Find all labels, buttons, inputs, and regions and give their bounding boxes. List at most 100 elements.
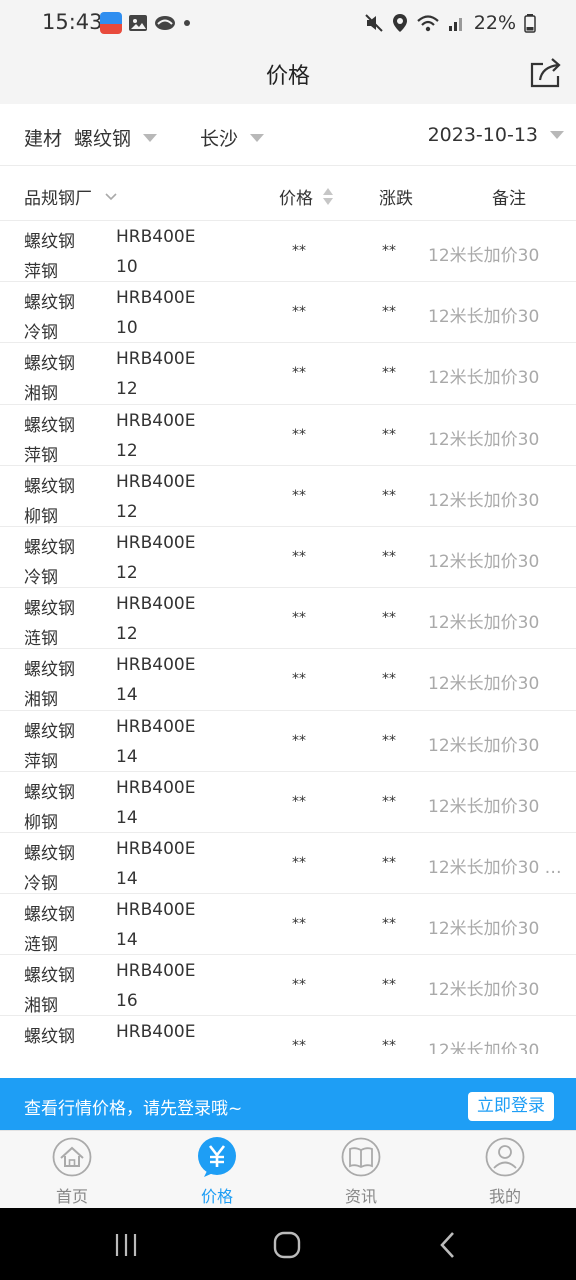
- spec-size: 16: [116, 991, 138, 1012]
- yen-icon: [198, 1137, 236, 1177]
- spec-grade: HRB400E: [116, 227, 196, 247]
- home-button-icon[interactable]: [271, 1230, 303, 1260]
- change-column-header: 涨跌: [379, 184, 413, 209]
- note-text: 12米长加价30: [428, 980, 540, 1001]
- spec-grade: HRB400E: [116, 961, 196, 982]
- product-name: 螺纹钢: [24, 232, 75, 252]
- product-name: 螺纹钢: [24, 782, 75, 803]
- price-value: **: [292, 426, 306, 443]
- table-row[interactable]: 螺纹钢 涟钢 HRB400E 14 ** ** 12米长加价30: [0, 894, 576, 956]
- spec-grade: HRB400E: [116, 1022, 196, 1043]
- table-row[interactable]: 螺纹钢 冷钢 HRB400E 12 ** ** 12米长加价30: [0, 527, 576, 589]
- login-button[interactable]: 立即登录: [468, 1092, 554, 1121]
- mill-name: 冷钢: [24, 873, 58, 894]
- note-text: 12米长加价30: [428, 368, 540, 389]
- note-text: 12米长加价30: [428, 551, 540, 572]
- spec-size: 10: [116, 257, 138, 277]
- price-header-label: 价格: [279, 189, 313, 209]
- back-icon[interactable]: [432, 1230, 464, 1260]
- change-value: **: [382, 304, 396, 321]
- tab-profile[interactable]: 我的: [465, 1137, 545, 1207]
- category-filter[interactable]: 建材 螺纹钢: [24, 124, 158, 151]
- spec-size: 14: [116, 807, 138, 828]
- product-name: 螺纹钢: [24, 293, 75, 314]
- share-icon[interactable]: [528, 56, 564, 90]
- note-text: 12米长加价30: [428, 735, 540, 756]
- product-name: 螺纹钢: [24, 966, 75, 987]
- change-value: **: [382, 610, 396, 627]
- table-row[interactable]: 螺纹钢 湘钢 HRB400E 16 ** ** 12米长加价30: [0, 955, 576, 1017]
- city-label: 长沙: [200, 128, 239, 150]
- spec-size: 12: [116, 501, 138, 522]
- price-value: **: [292, 977, 306, 994]
- table-row[interactable]: 螺纹钢 柳钢 HRB400E 12 ** ** 12米长加价30: [0, 466, 576, 527]
- price-value: **: [292, 365, 306, 382]
- sort-icon: [323, 188, 333, 205]
- filter-bar: 建材 螺纹钢 长沙 2023-10-13: [0, 104, 576, 166]
- tab-price[interactable]: 价格: [177, 1137, 257, 1207]
- product-name: 螺纹钢: [24, 537, 75, 558]
- status-bar: 15:43 22%: [0, 0, 576, 46]
- chevron-down-icon: [550, 131, 564, 139]
- mill-name: 柳钢: [24, 506, 58, 527]
- spec-grade: HRB400E: [116, 349, 196, 370]
- table-row[interactable]: 螺纹钢 萍钢 HRB400E 14 ** ** 12米长加价30: [0, 711, 576, 772]
- table-row[interactable]: 螺纹钢 萍钢 HRB400E 10 ** ** 12米长加价30: [0, 221, 576, 283]
- change-value: **: [382, 671, 396, 688]
- change-value: **: [382, 243, 396, 259]
- product-name: 螺纹钢: [24, 1027, 75, 1048]
- price-column-header[interactable]: 价格: [279, 184, 333, 209]
- wifi-icon: [417, 15, 439, 32]
- price-value: **: [292, 243, 306, 259]
- dot-icon: [184, 20, 190, 26]
- location-icon: [392, 14, 407, 32]
- top-app-bar: 价格: [0, 46, 576, 104]
- mill-name: 涟钢: [24, 629, 58, 650]
- mute-icon: [365, 14, 383, 32]
- spec-grade: HRB400E: [116, 288, 196, 309]
- name-header-label: 品规钢厂: [24, 189, 92, 209]
- date-filter[interactable]: 2023-10-13: [428, 124, 564, 146]
- status-system-icons: 22%: [364, 12, 536, 34]
- tab-news-label: 资讯: [344, 1187, 377, 1206]
- table-row[interactable]: 螺纹钢 湘钢 HRB400E 12 ** ** 12米长加价30: [0, 343, 576, 405]
- table-row[interactable]: 螺纹钢 湘钢 HRB400E 14 ** ** 12米长加价30: [0, 649, 576, 711]
- price-value: **: [292, 854, 306, 871]
- cloud-sync-icon: [155, 16, 175, 30]
- spec-grade: HRB400E: [116, 655, 196, 676]
- table-row[interactable]: 螺纹钢 涟钢 HRB400E 12 ** ** 12米长加价30: [0, 588, 576, 650]
- mill-name: 萍钢: [24, 445, 58, 466]
- gallery-icon: [129, 15, 147, 31]
- change-value: **: [382, 1038, 396, 1054]
- mill-name: 湘钢: [24, 690, 58, 711]
- city-filter[interactable]: 长沙: [200, 124, 265, 151]
- change-value: **: [382, 793, 396, 810]
- table-row[interactable]: 螺纹钢 冷钢 HRB400E 14 ** ** 12米长加价30 …: [0, 833, 576, 895]
- status-notification-icons: [100, 12, 192, 34]
- tab-home[interactable]: 首页: [32, 1137, 112, 1207]
- spec-size: 14: [116, 685, 138, 706]
- table-row[interactable]: 螺纹钢 HRB400E ** ** 12米长加价30: [0, 1016, 576, 1054]
- battery-percent: 22%: [473, 12, 516, 34]
- price-value: **: [292, 487, 306, 504]
- login-prompt-bar: 查看行情价格，请先登录哦~ 立即登录: [0, 1078, 576, 1130]
- note-text: 12米长加价30: [428, 429, 540, 450]
- note-text: 12米长加价30: [428, 1041, 540, 1054]
- tab-home-label: 首页: [55, 1187, 88, 1206]
- price-table: 螺纹钢 萍钢 HRB400E 10 ** ** 12米长加价30 螺纹钢 冷钢 HRB400E 10…: [0, 221, 576, 1054]
- tab-news[interactable]: 资讯: [321, 1137, 401, 1207]
- spec-size: 10: [116, 318, 138, 339]
- table-row[interactable]: 螺纹钢 柳钢 HRB400E 14 ** ** 12米长加价30: [0, 772, 576, 833]
- table-row[interactable]: 螺纹钢 萍钢 HRB400E 12 ** ** 12米长加价30: [0, 405, 576, 466]
- note-text: 12米长加价30: [428, 307, 540, 328]
- category-label: 建材: [24, 128, 63, 150]
- chevron-down-icon: [105, 192, 117, 200]
- status-time: 15:43: [42, 10, 103, 34]
- table-row[interactable]: 螺纹钢 冷钢 HRB400E 10 ** ** 12米长加价30: [0, 282, 576, 344]
- name-column-header[interactable]: 品规钢厂: [24, 184, 118, 209]
- spec-size: 12: [116, 624, 138, 645]
- recent-apps-icon[interactable]: [110, 1230, 142, 1260]
- note-text: 12米长加价30: [428, 490, 540, 511]
- login-prompt-text: 查看行情价格，请先登录哦~: [24, 1099, 243, 1119]
- change-value: **: [382, 732, 396, 749]
